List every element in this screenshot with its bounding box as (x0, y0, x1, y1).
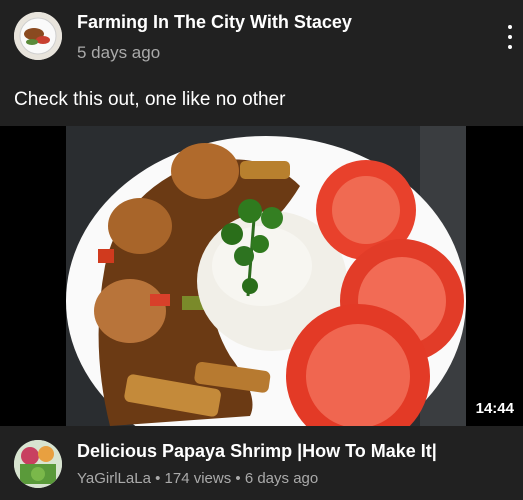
post-header: Farming In The City With Stacey 5 days a… (0, 0, 523, 110)
post-time: 5 days ago (77, 43, 161, 62)
meta-separator: • (231, 470, 245, 487)
thumbnail-image (0, 126, 523, 426)
more-vertical-icon[interactable] (501, 22, 519, 52)
channel-avatar[interactable] (14, 12, 62, 60)
avatar-food-image (14, 12, 62, 60)
video-duration: 14:44 (470, 397, 519, 420)
video-avatar-image (14, 440, 62, 488)
video-age: 6 days ago (244, 470, 319, 487)
video-title[interactable]: Delicious Papaya Shrimp |How To Make It| (77, 441, 437, 462)
video-views: 174 views (164, 470, 232, 487)
video-thumbnail[interactable]: 14:44 (0, 126, 523, 426)
video-info[interactable]: Delicious Papaya Shrimp |How To Make It|… (0, 426, 523, 500)
channel-name[interactable]: Farming In The City With Stacey (77, 12, 352, 33)
post-text: Check this out, one like no other (14, 89, 286, 110)
video-channel-name[interactable]: YaGirlLaLa (77, 470, 151, 487)
video-meta: YaGirlLaLa • 174 views • 6 days ago (77, 470, 318, 487)
meta-separator: • (150, 470, 165, 487)
video-channel-avatar[interactable] (14, 440, 62, 488)
